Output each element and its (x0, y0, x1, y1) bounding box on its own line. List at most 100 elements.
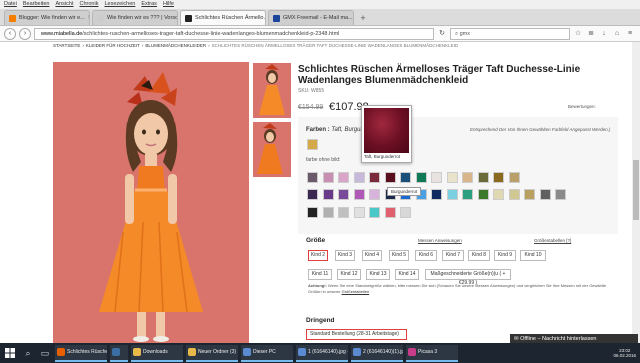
color-swatch[interactable] (307, 207, 318, 218)
product-thumbnail[interactable] (253, 63, 291, 118)
breadcrumb-item[interactable]: BLUMENMÄDCHENKLEIDER (145, 43, 206, 48)
size-option-button[interactable]: Kind 7 (442, 250, 464, 261)
size-option-button[interactable]: Kind 3 (335, 250, 355, 261)
product-thumbnail[interactable] (253, 122, 291, 177)
color-swatch[interactable] (446, 172, 458, 183)
product-main-image[interactable] (53, 62, 249, 343)
color-swatch[interactable] (307, 189, 318, 200)
size-option-button[interactable]: Kind 6 (415, 250, 437, 261)
menu-item[interactable]: Datei (4, 0, 17, 9)
color-swatch[interactable] (477, 189, 489, 200)
custom-size-button[interactable]: Maßgeschneiderte Größe(n)(u ( +€29.99 ) (425, 269, 511, 286)
color-swatch[interactable] (477, 172, 489, 183)
forward-button-icon[interactable]: › (19, 27, 31, 40)
menu-item[interactable]: Bearbeiten (23, 0, 50, 9)
task-view-icon[interactable]: ▭ (38, 346, 52, 360)
size-option-button[interactable]: Kind 9 (494, 250, 516, 261)
color-swatch[interactable] (415, 172, 427, 183)
color-swatch[interactable] (353, 189, 365, 200)
color-swatch[interactable] (539, 189, 551, 200)
app-label: 2 (61646140)(1).jpg ... (363, 349, 403, 355)
breadcrumb-item[interactable]: STARTSEITE (53, 43, 80, 48)
home-icon[interactable]: ⌂ (612, 29, 622, 39)
size-option-button[interactable]: Kind 5 (389, 250, 409, 261)
browser-tab[interactable]: Schlichtes Rüschen Ärmello...× (180, 10, 266, 25)
size-option-button[interactable]: Kind 10 (520, 250, 546, 261)
url-bar[interactable]: www.miabella.de/schlichtes-ruschen-armel… (34, 27, 434, 40)
color-swatch[interactable] (353, 172, 365, 183)
color-swatch[interactable] (322, 189, 334, 200)
star-icon[interactable]: ☆ (573, 29, 583, 39)
size-option-button[interactable]: Kind 13 (366, 269, 390, 280)
size-note-link[interactable]: Größentabellen (342, 289, 370, 294)
color-swatch[interactable] (384, 207, 396, 218)
color-swatch[interactable] (369, 207, 380, 218)
bookmarks-icon[interactable]: ≣ (586, 29, 596, 39)
windows-start-icon[interactable] (2, 345, 18, 361)
color-swatch[interactable] (369, 172, 380, 183)
taskbar-app[interactable]: Neuer Ordner (3) (186, 344, 238, 362)
delivery-option[interactable]: Standard Bestellung (28-31 Arbeitstage) (306, 329, 407, 340)
size-option-button[interactable]: Kind 11 (308, 269, 332, 280)
menu-item[interactable]: Ansicht (55, 0, 73, 9)
taskbar-app[interactable]: 2 (61646140)(1).jpg ... (351, 344, 403, 362)
taskbar-app[interactable]: Downloads (131, 344, 183, 362)
new-tab-icon[interactable]: + (356, 12, 370, 25)
color-swatch[interactable] (338, 207, 349, 218)
reload-icon[interactable]: ↻ (437, 29, 447, 39)
size-option-button[interactable]: Kind 4 (362, 250, 382, 261)
close-tab-icon[interactable]: × (88, 15, 89, 21)
color-swatch[interactable] (508, 172, 520, 183)
search-icon[interactable]: ⌕ (21, 346, 35, 360)
menu-item[interactable]: Lesezeichen (104, 0, 135, 9)
color-swatch[interactable] (353, 207, 365, 218)
breadcrumb-item[interactable]: KLEIDER FÜR HOCHZEIT (86, 43, 140, 48)
browser-tab[interactable]: Blogger: Wie finden wir e...× (4, 10, 90, 25)
search-input[interactable]: ⌕ gmx (450, 27, 570, 40)
color-swatch[interactable] (431, 172, 442, 183)
back-button-icon[interactable]: ‹ (4, 27, 16, 40)
color-swatch[interactable] (524, 189, 535, 200)
color-swatch[interactable] (431, 189, 442, 200)
measure-instructions-link[interactable]: Messen Anweisungen (418, 238, 462, 243)
color-swatch[interactable] (446, 189, 458, 200)
color-swatch[interactable] (462, 189, 473, 200)
taskbar-app[interactable]: 1 (61646140).jpg - ... (296, 344, 348, 362)
reviews-label[interactable]: Bewertungen: (568, 104, 596, 109)
color-swatch[interactable] (384, 172, 396, 183)
browser-tab[interactable]: GMX Freemail - E-Mail ma...× (268, 10, 354, 25)
color-swatch[interactable] (462, 172, 473, 183)
size-option-button[interactable]: Kind 14 (395, 269, 419, 280)
browser-tab[interactable]: Wie finden wir es ??? | Vorsche...× (92, 10, 178, 25)
color-swatch[interactable] (493, 172, 504, 183)
size-option-button[interactable]: Kind 2 (308, 250, 328, 261)
taskbar-app[interactable] (110, 344, 128, 362)
app-icon (298, 348, 306, 356)
menu-item[interactable]: Hilfe (163, 0, 174, 9)
color-swatch[interactable] (307, 139, 318, 150)
download-icon[interactable]: ↓ (599, 29, 609, 39)
color-swatch[interactable] (307, 172, 318, 183)
color-swatch[interactable] (400, 172, 411, 183)
color-swatch[interactable] (508, 189, 520, 200)
color-swatch[interactable] (322, 172, 334, 183)
taskbar-app[interactable]: Dieser PC (241, 344, 293, 362)
menu-item[interactable]: Extras (141, 0, 157, 9)
color-swatch[interactable] (322, 207, 334, 218)
color-swatch[interactable] (338, 172, 349, 183)
color-swatch[interactable] (400, 207, 411, 218)
size-option-button[interactable]: Kind 8 (468, 250, 490, 261)
color-swatch[interactable] (555, 189, 566, 200)
menu-icon[interactable]: ≡ (625, 29, 635, 39)
color-swatch[interactable] (338, 189, 349, 200)
scrollbar-thumb[interactable] (633, 160, 639, 220)
system-clock[interactable]: 23:02 06.02.2016 (613, 348, 640, 359)
product-title: Schlichtes Rüschen Ärmelloses Träger Taf… (298, 64, 581, 86)
color-swatch[interactable] (369, 189, 380, 200)
taskbar-app[interactable]: Picasa 3 (406, 344, 458, 362)
size-option-button[interactable]: Kind 12 (337, 269, 361, 280)
size-chart-link[interactable]: Größentabellen [?] (534, 238, 571, 243)
menu-item[interactable]: Chronik (80, 0, 99, 9)
taskbar-app[interactable]: Schlichtes Rüschen... (55, 344, 107, 362)
color-swatch[interactable] (493, 189, 504, 200)
